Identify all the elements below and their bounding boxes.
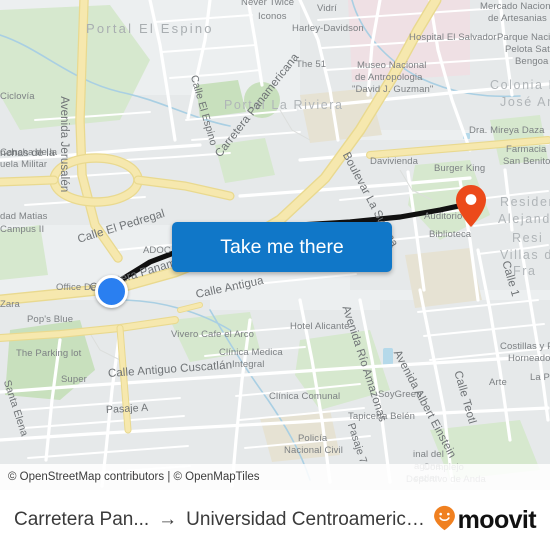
route-destination-label: Universidad Centroamericana ""J...: [186, 509, 427, 530]
moovit-pin-icon: [433, 505, 456, 536]
attribution-text: © OpenStreetMap contributors | © OpenMap…: [8, 471, 260, 483]
moovit-wordmark: moovit: [457, 505, 537, 534]
map-canvas[interactable]: .bg{fill:#eceff0} .blockA{fill:#e6e9ea} …: [0, 0, 550, 490]
arrow-right-icon: →: [158, 509, 178, 530]
map-attribution: © OpenStreetMap contributors | © OpenMap…: [0, 464, 550, 490]
take-me-there-button[interactable]: Take me there: [172, 222, 392, 272]
route-origin-label: Carretera Pan...: [14, 509, 150, 530]
route-summary[interactable]: Carretera Pan... → Universidad Centroame…: [14, 509, 427, 531]
bottom-bar: Carretera Pan... → Universidad Centroame…: [0, 490, 550, 550]
moovit-map-screen: .bg{fill:#eceff0} .blockA{fill:#e6e9ea} …: [0, 0, 550, 550]
take-me-there-label: Take me there: [220, 235, 344, 258]
destination-pin-marker[interactable]: [455, 184, 487, 228]
origin-marker[interactable]: [95, 275, 128, 308]
moovit-logo[interactable]: moovit: [427, 505, 537, 536]
